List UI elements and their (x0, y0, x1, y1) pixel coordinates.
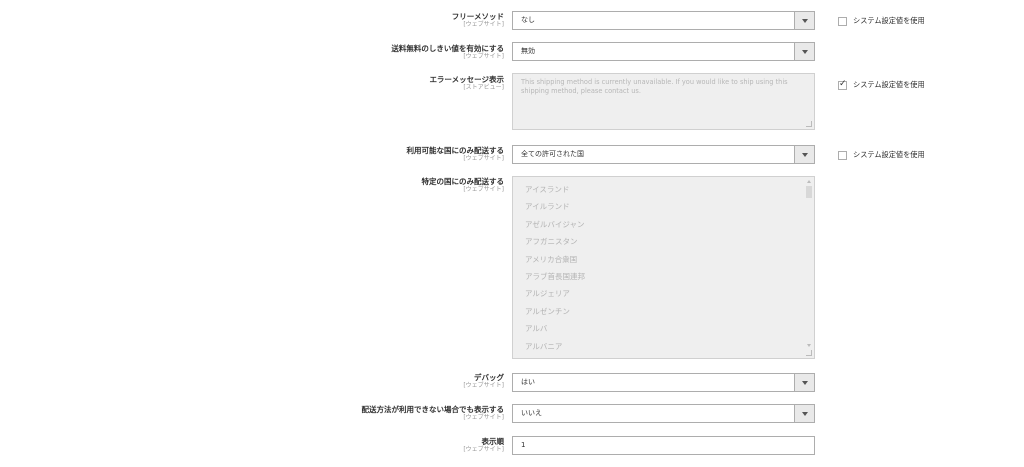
country-option[interactable]: アラブ首長国連邦 (513, 268, 814, 285)
system-default-label: システム設定値を使用 (853, 80, 925, 89)
country-option[interactable]: アメリカ合衆国 (513, 251, 814, 268)
chevron-down-icon (802, 381, 808, 385)
label-free-method: フリーメソッド [ウェブサイト] (452, 12, 504, 29)
free-threshold-select[interactable]: 無効 (512, 42, 815, 61)
resize-handle-icon[interactable] (806, 350, 812, 356)
country-option[interactable]: アルゼンチン (513, 303, 814, 320)
sort-order-input[interactable]: 1 (512, 436, 815, 455)
country-option[interactable]: アイスランド (513, 181, 814, 198)
scrollbar[interactable] (805, 178, 813, 357)
specific-countries-multiselect[interactable]: アイスランド アイルランド アゼルバイジャン アフガニスタン アメリカ合衆国 ア… (512, 176, 815, 359)
debug-select[interactable]: はい (512, 373, 815, 392)
country-option[interactable]: アルバニア (513, 338, 814, 355)
select-arrow-box[interactable] (794, 43, 814, 60)
system-default-checkbox[interactable] (838, 150, 847, 160)
system-default-label: システム設定値を使用 (853, 16, 925, 25)
resize-handle-icon[interactable] (806, 121, 812, 127)
country-option[interactable]: アゼルバイジャン (513, 216, 814, 233)
select-value: 無効 (521, 47, 535, 55)
show-unavailable-select[interactable]: いいえ (512, 404, 815, 423)
field-scope: [ウェブサイト] (463, 414, 504, 421)
label-free-threshold: 送料無料のしきい値を有効にする [ウェブサイト] (391, 44, 504, 61)
label-allowed-countries: 利用可能な国にのみ配送する [ウェブサイト] (407, 146, 505, 163)
select-value: はい (521, 378, 535, 386)
field-scope: [ウェブサイト] (463, 53, 504, 60)
chevron-down-icon (802, 50, 808, 54)
chevron-down-icon (802, 153, 808, 157)
scroll-up-icon[interactable] (807, 180, 811, 183)
allowed-countries-select[interactable]: 全ての許可された国 (512, 145, 815, 164)
system-default-checkbox[interactable] (838, 79, 847, 90)
label-error-message: エラーメッセージ表示 [ストアビュー] (429, 75, 504, 92)
system-default-checkbox[interactable] (838, 16, 847, 26)
country-option[interactable]: アルバ (513, 320, 814, 337)
chevron-down-icon (802, 19, 808, 23)
field-scope: [ウェブサイト] (463, 155, 504, 162)
label-debug: デバッグ [ウェブサイト] (463, 373, 504, 390)
input-value: 1 (521, 441, 526, 449)
field-scope: [ウェブサイト] (463, 21, 504, 28)
free-method-select[interactable]: なし (512, 11, 815, 30)
select-value: いいえ (521, 409, 542, 417)
label-show-unavailable: 配送方法が利用できない場合でも表示する [ウェブサイト] (362, 405, 505, 422)
field-scope: [ウェブサイト] (463, 382, 504, 389)
allowed-countries-system-default[interactable]: システム設定値を使用 (838, 150, 925, 160)
scroll-thumb[interactable] (806, 186, 812, 198)
label-sort-order: 表示順 [ウェブサイト] (463, 437, 504, 454)
scroll-down-icon[interactable] (807, 344, 811, 347)
chevron-down-icon (802, 412, 808, 416)
free-method-system-default[interactable]: システム設定値を使用 (838, 16, 925, 26)
error-message-textarea[interactable]: This shipping method is currently unavai… (512, 73, 815, 130)
country-option[interactable]: アフガニスタン (513, 233, 814, 250)
select-arrow-box[interactable] (794, 405, 814, 422)
select-arrow-box[interactable] (794, 146, 814, 163)
system-default-label: システム設定値を使用 (853, 150, 925, 159)
field-scope: [ウェブサイト] (463, 186, 504, 193)
country-option[interactable]: アイルランド (513, 198, 814, 215)
select-value: 全ての許可された国 (521, 150, 584, 158)
select-value: なし (521, 16, 535, 24)
error-message-system-default[interactable]: システム設定値を使用 (838, 79, 925, 90)
select-arrow-box[interactable] (794, 374, 814, 391)
label-specific-countries: 特定の国にのみ配送する [ウェブサイト] (422, 177, 505, 194)
field-scope: [ウェブサイト] (463, 446, 504, 453)
field-scope: [ストアビュー] (463, 84, 504, 91)
select-arrow-box[interactable] (794, 12, 814, 29)
textarea-value: This shipping method is currently unavai… (521, 78, 788, 95)
country-option[interactable]: アルジェリア (513, 285, 814, 302)
country-list[interactable]: アイスランド アイルランド アゼルバイジャン アフガニスタン アメリカ合衆国 ア… (513, 177, 814, 355)
